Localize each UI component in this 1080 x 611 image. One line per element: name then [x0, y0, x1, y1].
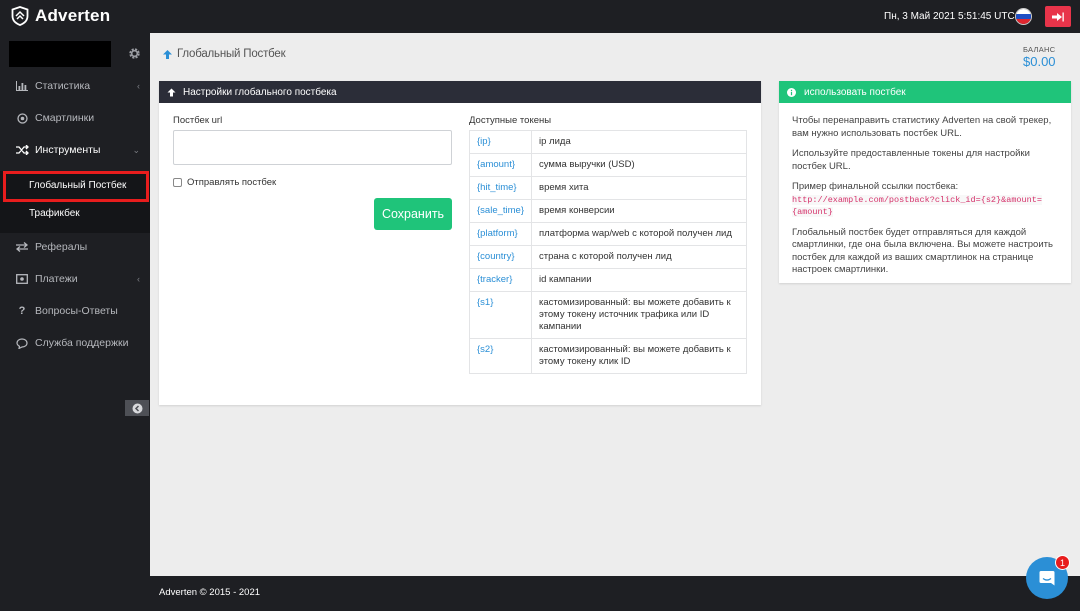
table-row: {tracker} id кампании: [468, 268, 747, 292]
notification-badge: 1: [1055, 555, 1070, 570]
token-cell: {amount}: [468, 153, 533, 177]
token-cell: {hit_time}: [468, 176, 533, 200]
bar-chart-icon: [15, 81, 29, 91]
table-row: {sale_time} время конверсии: [468, 199, 747, 223]
top-bar: Adverten Пн, 3 Май 2021 5:51:45 UTC: [0, 0, 1080, 33]
chat-bubble-icon: [15, 337, 29, 349]
token-desc-cell: время конверсии: [531, 199, 747, 223]
shuffle-icon: [15, 145, 29, 155]
sidebar-collapse-button[interactable]: [125, 400, 149, 416]
token-desc-cell: кастомизированный: вы можете добавить к …: [531, 338, 747, 374]
tokens-label: Доступные токены: [469, 115, 552, 126]
logout-button[interactable]: [1045, 6, 1071, 27]
sidebar-item-smartlinks[interactable]: Смартлинки: [0, 105, 150, 131]
postback-info-box: использовать постбек Чтобы перенаправить…: [779, 81, 1071, 283]
footer-copyright: Adverten © 2015 - 2021: [159, 587, 261, 598]
table-row: {amount} сумма выручки (USD): [468, 153, 747, 177]
arrow-up-icon: [167, 88, 176, 97]
logout-icon: [1052, 12, 1064, 21]
datetime: Пн, 3 Май 2021 5:51:45 UTC: [884, 11, 1015, 22]
sidebar-item-tools[interactable]: Инструменты ⌄: [0, 137, 150, 163]
shield-logo-icon: [11, 6, 29, 26]
info-body: Чтобы перенаправить статистику Adverten …: [779, 103, 1071, 277]
send-postback-checkbox[interactable]: [173, 178, 182, 187]
token-cell: {platform}: [468, 222, 533, 246]
chevron-down-icon: ⌄: [132, 144, 140, 155]
table-row: {country} страна с которой получен лид: [468, 245, 747, 269]
swap-icon: [15, 242, 29, 252]
sidebar-item-referrals[interactable]: Рефералы: [0, 234, 150, 260]
sidebar-item-label: Служба поддержки: [35, 337, 129, 349]
info-header: использовать постбек: [779, 81, 1071, 103]
app-name: Adverten: [35, 6, 111, 25]
token-desc-cell: id кампании: [531, 268, 747, 292]
table-row: {hit_time} время хита: [468, 176, 747, 200]
chevron-left-icon: ‹: [137, 274, 140, 284]
gear-icon[interactable]: [128, 47, 141, 60]
russia-flag-icon[interactable]: [1015, 8, 1032, 25]
balance-value: $0.00: [1023, 54, 1056, 69]
postback-url-input[interactable]: [173, 130, 452, 165]
sidebar-item-label: Вопросы-Ответы: [35, 305, 118, 317]
token-cell: {tracker}: [468, 268, 533, 292]
sidebar: Статистика ‹ Смартлинки Инструменты ⌄ Гл…: [0, 33, 150, 611]
sidebar-item-label: Рефералы: [35, 241, 88, 253]
chat-icon: [1039, 571, 1055, 586]
panel-header: Настройки глобального постбека: [159, 81, 761, 103]
info-paragraph: Пример финальной ссылки постбека: http:/…: [792, 181, 1057, 219]
info-paragraph: Глобальный постбек будет отправляться дл…: [792, 226, 1053, 276]
arrow-left-circle-icon: [132, 403, 142, 413]
token-cell: {ip}: [468, 130, 533, 154]
sidebar-item-payments[interactable]: Платежи ‹: [0, 266, 150, 292]
postback-url-label: Постбек url: [173, 115, 223, 126]
panel-title: Настройки глобального постбека: [183, 86, 337, 98]
logo[interactable]: Adverten: [11, 6, 110, 26]
info-paragraph: Чтобы перенаправить статистику Adverten …: [792, 115, 1052, 139]
postback-settings-panel: Настройки глобального постбека Постбек u…: [159, 81, 761, 405]
info-paragraph: Используйте предоставленные токены для н…: [792, 148, 1030, 172]
example-label: Пример финальной ссылки постбека:: [792, 181, 959, 192]
info-title: использовать постбек: [804, 86, 906, 98]
breadcrumb: Глобальный Постбек: [162, 48, 286, 60]
page-title: Глобальный Постбек: [177, 48, 286, 60]
chevron-left-icon: ‹: [137, 81, 140, 91]
wallet-icon: [15, 274, 29, 284]
submenu-item-trafficback[interactable]: Трафикбек: [29, 208, 80, 219]
example-url: http://example.com/postback?click_id={s2…: [792, 194, 1042, 217]
sidebar-item-label: Инструменты: [35, 144, 101, 156]
user-box[interactable]: [9, 41, 111, 67]
token-cell: {sale_time}: [468, 199, 533, 223]
token-desc-cell: кастомизированный: вы можете добавить к …: [531, 291, 747, 339]
balance-label: БАЛАНС: [1023, 45, 1056, 54]
token-desc-cell: время хита: [531, 176, 747, 200]
token-desc-cell: платформа wap/web с которой получен лид: [531, 222, 747, 246]
question-icon: ?: [18, 305, 26, 317]
table-row: {s1} кастомизированный: вы можете добавит…: [468, 291, 747, 339]
sidebar-item-label: Статистика: [35, 80, 91, 92]
send-postback-label: Отправлять постбек: [187, 177, 277, 188]
info-icon: [787, 87, 796, 97]
token-desc-cell: сумма выручки (USD): [531, 153, 747, 177]
token-cell: {s2}: [468, 338, 533, 374]
table-row: {ip} ip лида: [468, 130, 747, 154]
sidebar-item-support[interactable]: Служба поддержки: [0, 330, 150, 356]
highlight-box: [3, 171, 149, 202]
token-desc-cell: ip лида: [531, 130, 747, 154]
arrow-up-icon: [163, 49, 172, 59]
sidebar-item-faq[interactable]: ? Вопросы-Ответы: [0, 298, 150, 324]
table-row: {platform} платформа wap/web с которой по…: [468, 222, 747, 246]
sidebar-item-statistics[interactable]: Статистика ‹: [0, 73, 150, 99]
target-icon: [15, 112, 29, 124]
table-row: {s2} кастомизированный: вы можете добавит…: [468, 338, 747, 374]
token-desc-cell: страна с которой получен лид: [531, 245, 747, 269]
token-cell: {s1}: [468, 291, 533, 339]
sidebar-item-label: Смартлинки: [35, 112, 95, 124]
footer: Adverten © 2015 - 2021: [150, 576, 1080, 611]
sidebar-item-label: Платежи: [35, 273, 78, 285]
tokens-table: {ip} ip лида {amount} сумма выручки (USD) …: [468, 130, 747, 374]
save-button[interactable]: Сохранить: [374, 198, 452, 230]
token-cell: {country}: [468, 245, 533, 269]
